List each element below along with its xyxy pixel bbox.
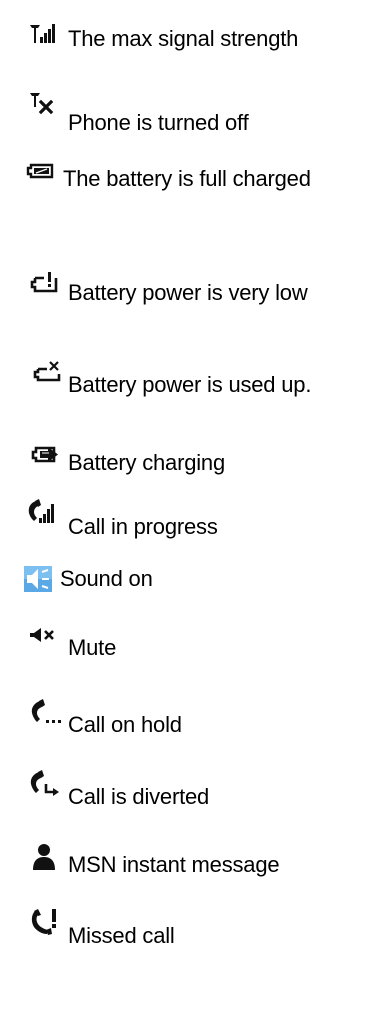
call-diverted-icon	[30, 770, 59, 796]
legend-label: Mute	[68, 635, 117, 660]
battery-empty-icon	[33, 361, 61, 382]
legend-label: Sound on	[60, 566, 153, 591]
legend-label: The battery is full charged	[63, 166, 311, 191]
legend-label: Battery charging	[68, 450, 225, 475]
legend-label: Missed call	[68, 923, 175, 948]
legend-row-call-in-progress: Call in progress	[0, 499, 369, 539]
legend-label: Battery power is very low	[68, 280, 308, 305]
call-in-progress-icon	[28, 499, 54, 523]
legend-label: Call in progress	[68, 514, 218, 539]
legend-row-sound-on: Sound on	[0, 564, 369, 604]
missed-call-icon	[31, 909, 56, 935]
legend-row-battery-very-low: Battery power is very low	[0, 268, 369, 308]
phone-off-icon	[30, 93, 54, 115]
legend-label: MSN instant message	[68, 852, 280, 877]
msn-instant-message-icon	[33, 844, 55, 870]
legend-label: Call is diverted	[68, 784, 210, 809]
battery-charging-icon	[31, 446, 58, 463]
legend-row-mute: Mute	[0, 623, 369, 663]
legend-row-battery-charging: Battery charging	[0, 438, 369, 478]
legend-row-battery-full: The battery is full charged	[0, 155, 369, 195]
legend-label: The max signal strength	[68, 26, 299, 51]
call-on-hold-icon	[31, 699, 61, 723]
legend-row-missed-call: Missed call	[0, 905, 369, 948]
signal-strength-max-icon	[30, 24, 55, 43]
legend-label: Call on hold	[68, 712, 182, 737]
sound-on-icon	[24, 566, 52, 592]
battery-full-icon	[26, 163, 54, 179]
legend-row-call-diverted: Call is diverted	[0, 768, 369, 809]
legend-row-msn-instant-message: MSN instant message	[0, 840, 369, 880]
legend-label: Battery power is used up.	[68, 372, 312, 397]
legend-label: Phone is turned off	[68, 110, 249, 135]
legend-row-phone-off: Phone is turned off	[0, 88, 369, 135]
legend-row-signal-max: The max signal strength	[0, 18, 369, 58]
legend-row-call-on-hold: Call on hold	[0, 696, 369, 737]
mute-icon	[30, 628, 54, 642]
legend-row-battery-empty: Battery power is used up.	[0, 358, 369, 398]
battery-very-low-icon	[30, 272, 58, 293]
